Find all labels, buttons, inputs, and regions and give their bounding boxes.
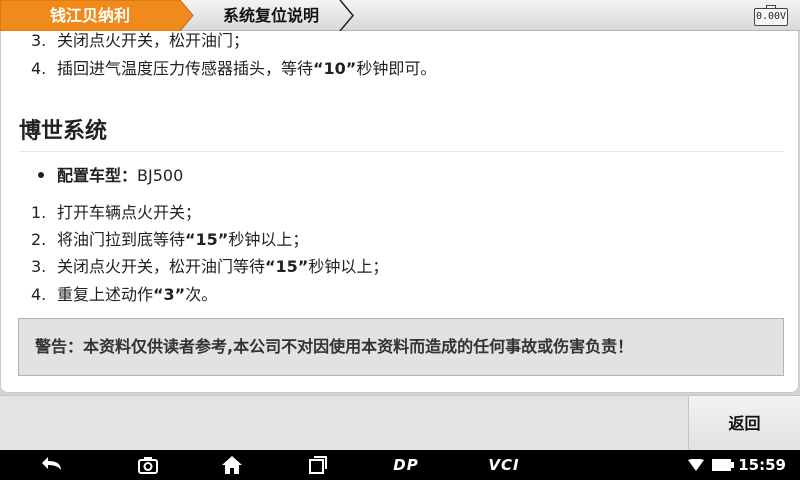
battery-icon [710,450,736,480]
warning-box: 警告：本资料仅供读者参考,本公司不对因使用本资料而造成的任何事故或伤害负责！ [18,318,784,376]
back-icon[interactable] [36,450,68,480]
section-divider [19,151,783,152]
bullet-dot-icon [38,172,44,178]
step-text-suffix: 次。 [185,285,218,304]
clock: 15:59 [738,456,786,474]
step-number: 3. [31,257,47,276]
step-number: 2. [31,230,47,249]
step-number: 4. [31,285,47,304]
camera-icon[interactable] [132,450,164,480]
battery-voltage-indicator: 0.00V [754,5,790,27]
list-item: 1. 打开车辆点火开关； [31,202,201,224]
step-number: 4. [31,59,47,78]
step-text: 插回进气温度压力传感器插头，等待 [57,59,314,78]
home-icon[interactable] [216,450,248,480]
list-item: 4. 重复上述动作“3”次。 [31,284,217,306]
config-value: BJ500 [137,166,184,185]
top-bar: 钱江贝纳利 系统复位说明 0.00V [0,0,800,31]
list-item: 4. 插回进气温度压力传感器插头，等待“10”秒钟即可。 [31,58,436,80]
back-button[interactable]: 返回 [688,396,800,451]
step-highlight: “10” [313,59,357,78]
step-text-suffix: 秒钟即可。 [356,59,437,78]
breadcrumb-label-brand: 钱江贝纳利 [49,6,130,25]
step-text: 重复上述动作 [57,285,154,304]
wifi-icon [686,450,706,480]
vci-label: VCI [488,456,520,474]
section-title: 博世系统 [19,119,108,144]
step-number: 3. [31,31,47,50]
system-nav-bar: DP VCI 15:59 [0,450,800,480]
step-highlight: “15” [185,230,229,249]
breadcrumb-label-current: 系统复位说明 [222,6,319,25]
help-document[interactable]: 3. 关闭点火开关，松开油门； 4. 插回进气温度压力传感器插头，等待“10”秒钟即… [0,31,799,393]
dp-button[interactable]: DP [384,450,428,480]
step-text-suffix: 秒钟以上； [228,230,309,249]
action-bar: 返回 [0,395,800,451]
warning-text: 警告：本资料仅供读者参考,本公司不对因使用本资料而造成的任何事故或伤害负责！ [35,337,634,356]
list-item: 3. 关闭点火开关，松开油门； [31,31,249,52]
step-number: 1. [31,203,47,222]
breadcrumb-item-brand[interactable]: 钱江贝纳利 [0,0,196,31]
breadcrumb-item-current[interactable]: 系统复位说明 [186,0,356,31]
content-panel: 3. 关闭点火开关，松开油门； 4. 插回进气温度压力传感器插头，等待“10”秒钟即… [0,31,800,395]
step-text: 打开车辆点火开关； [57,203,202,222]
step-text: 将油门拉到底等待 [57,230,186,249]
step-highlight: “15” [265,257,309,276]
step-text: 关闭点火开关，松开油门； [57,31,250,50]
step-highlight: “3” [153,285,186,304]
vci-button[interactable]: VCI [482,450,526,480]
list-item: 2. 将油门拉到底等待“15”秒钟以上； [31,229,308,251]
config-label: 配置车型： [57,166,138,185]
list-item: 3. 关闭点火开关，松开油门等待“15”秒钟以上； [31,256,388,278]
recent-apps-icon[interactable] [302,450,334,480]
step-text-suffix: 秒钟以上； [308,257,389,276]
dp-label: DP [393,456,419,474]
config-bullet: 配置车型：BJ500 [38,165,183,187]
step-text: 关闭点火开关，松开油门等待 [57,257,266,276]
voltage-readout: 0.00V [754,8,788,26]
